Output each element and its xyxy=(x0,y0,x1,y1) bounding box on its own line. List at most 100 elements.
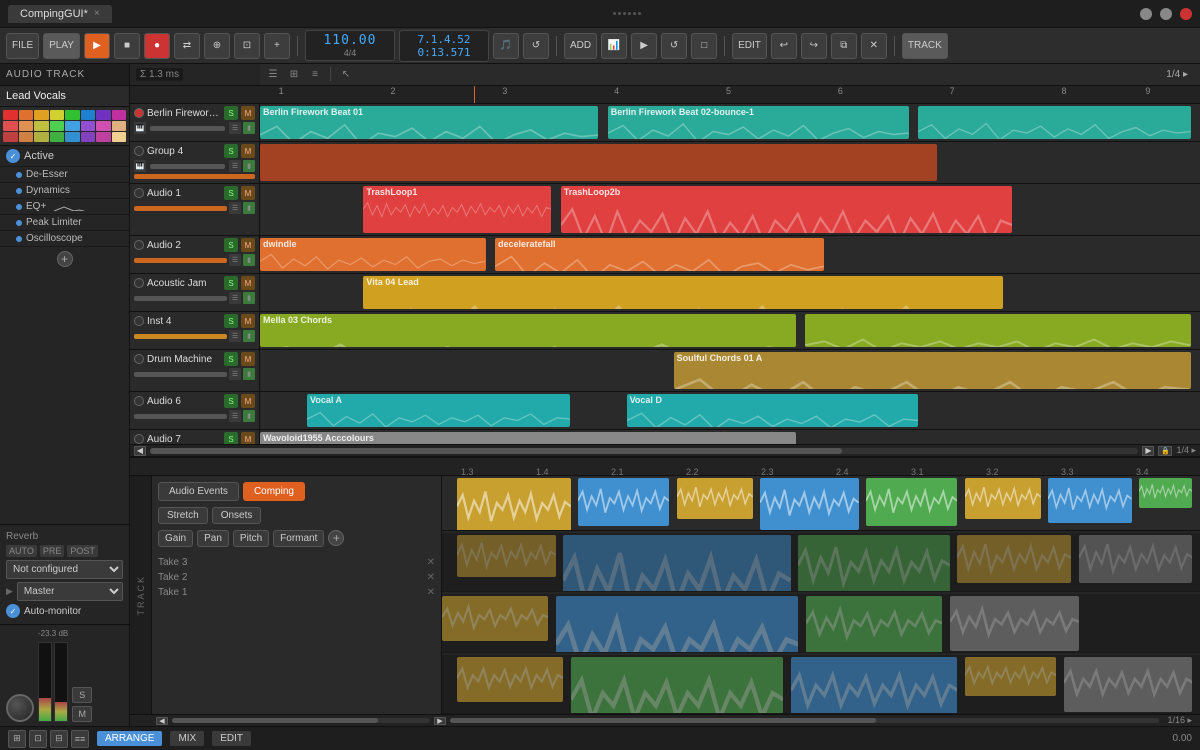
color-cell[interactable] xyxy=(34,121,49,131)
main-tab[interactable]: CompingGUI* × xyxy=(8,5,112,23)
track-clips-berlin[interactable]: Berlin Firework Beat 01 Berlin Firework … xyxy=(260,104,1200,141)
clip-dwindle[interactable]: dwindle xyxy=(260,238,486,271)
color-cell[interactable] xyxy=(65,110,80,120)
clip-wavoloid[interactable]: Wavoloid1955 Acccolours xyxy=(260,432,796,444)
comp-clip-5[interactable] xyxy=(866,478,957,526)
play-button[interactable]: ▶ xyxy=(84,33,110,59)
fx-de-esser[interactable]: De-Esser xyxy=(0,167,129,183)
fader[interactable] xyxy=(134,258,227,263)
track-clips-inst4[interactable]: Mella 03 Chords xyxy=(260,312,1200,349)
file-button[interactable]: FILE xyxy=(6,33,39,59)
comp-clip-8[interactable] xyxy=(1139,478,1192,508)
record-btn[interactable] xyxy=(134,108,144,118)
color-cell[interactable] xyxy=(50,132,65,142)
gain-btn[interactable]: Gain xyxy=(158,530,193,547)
color-cell[interactable] xyxy=(50,110,65,120)
add-param-btn[interactable]: + xyxy=(328,530,344,546)
track-clips-audio2[interactable]: dwindle deceleratefall xyxy=(260,236,1200,273)
color-cell[interactable] xyxy=(3,121,18,131)
status-btn-2[interactable]: ⊡ xyxy=(29,730,47,748)
color-cell[interactable] xyxy=(50,121,65,131)
mute-btn[interactable]: M xyxy=(241,186,255,200)
take2-close[interactable]: ✕ xyxy=(427,572,435,583)
solo-button[interactable]: S xyxy=(72,687,92,703)
volume-knob[interactable] xyxy=(6,694,34,722)
track-clips-audio7[interactable]: Wavoloid1955 Acccolours xyxy=(260,430,1200,444)
record-btn[interactable] xyxy=(134,396,144,406)
track-grid-btn[interactable]: ⊞ xyxy=(285,66,303,82)
take3-clip4[interactable] xyxy=(957,535,1071,583)
clip-mella03[interactable]: Mella 03 Chords xyxy=(260,314,796,347)
comp-clip-6[interactable] xyxy=(965,478,1041,519)
undo-loop-button[interactable]: ↺ xyxy=(523,33,549,59)
mute-btn[interactable]: M xyxy=(241,352,255,366)
comp-clip-7[interactable] xyxy=(1048,478,1131,523)
take2-clip4[interactable] xyxy=(950,596,1079,651)
add-icon-button[interactable]: ⊕ xyxy=(204,33,230,59)
menu-icon[interactable]: ☰ xyxy=(229,122,241,134)
menu-icon[interactable]: ☰ xyxy=(229,410,241,422)
color-cell[interactable] xyxy=(96,110,111,120)
scroll-left-btn[interactable]: ◀ xyxy=(134,446,146,456)
lower-scroll-left-btn[interactable]: ◀ xyxy=(156,717,168,725)
maximize-btn[interactable] xyxy=(1160,8,1172,20)
status-btn-3[interactable]: ⊟ xyxy=(50,730,68,748)
menu-icon[interactable]: ☰ xyxy=(229,202,241,214)
add-button[interactable]: ADD xyxy=(564,33,597,59)
take3-clip5[interactable] xyxy=(1079,535,1193,583)
square-button[interactable]: □ xyxy=(691,33,717,59)
color-cell[interactable] xyxy=(34,132,49,142)
mute-btn[interactable]: M xyxy=(241,276,255,290)
lower-scroll-right-btn[interactable]: ▶ xyxy=(434,717,446,725)
loop-button[interactable]: ⇄ xyxy=(174,33,200,59)
color-cell[interactable] xyxy=(96,132,111,142)
lower-scroll-track-right[interactable] xyxy=(450,718,1159,723)
solo-btn[interactable]: S xyxy=(224,352,238,366)
instrument-icon[interactable]: 🎹 xyxy=(134,122,146,134)
take1-clips[interactable] xyxy=(442,655,1200,713)
fx-dynamics[interactable]: Dynamics xyxy=(0,183,129,199)
record-btn[interactable] xyxy=(134,316,144,326)
track-list-btn[interactable]: ☰ xyxy=(264,66,282,82)
active-checkbox[interactable]: ✓ xyxy=(6,149,20,163)
solo-btn[interactable]: S xyxy=(224,432,238,444)
zoom-upper[interactable]: 1/4 ▸ xyxy=(1166,69,1188,80)
fader[interactable] xyxy=(134,334,227,339)
track-clips-group4[interactable] xyxy=(260,142,1200,183)
reverb-config-select[interactable]: Not configured xyxy=(6,560,123,579)
stretch-btn[interactable]: Stretch xyxy=(158,507,208,524)
color-cell[interactable] xyxy=(19,132,34,142)
color-cell[interactable] xyxy=(3,110,18,120)
hscrollbar[interactable]: ◀ ▶ 🔒 1/4 ▸ xyxy=(130,444,1200,456)
zoom-lower-display[interactable]: 1/16 ▸ xyxy=(1167,715,1192,726)
mute-button[interactable]: M xyxy=(72,706,92,722)
solo-btn[interactable]: S xyxy=(224,144,238,158)
fader[interactable] xyxy=(134,296,227,301)
menu-icon[interactable]: ☰ xyxy=(229,292,241,304)
track-button[interactable]: TRACK xyxy=(902,33,948,59)
status-btn-4[interactable]: ≡≡ xyxy=(71,730,89,748)
color-cell[interactable] xyxy=(34,110,49,120)
status-btn-1[interactable]: ⊞ xyxy=(8,730,26,748)
level-icon[interactable]: ▮ xyxy=(243,254,255,266)
redo-button[interactable]: ↪ xyxy=(801,33,827,59)
take3-close[interactable]: ✕ xyxy=(427,557,435,568)
take2-clip3[interactable] xyxy=(806,596,942,652)
edit-button[interactable]: EDIT xyxy=(732,33,767,59)
formant-btn[interactable]: Formant xyxy=(273,530,324,547)
fader[interactable] xyxy=(150,164,225,169)
clip-trashloop2b[interactable]: TrashLoop2b xyxy=(561,186,1012,233)
stop-button[interactable]: ■ xyxy=(114,33,140,59)
onsets-btn[interactable]: Onsets xyxy=(212,507,262,524)
color-cell[interactable] xyxy=(65,132,80,142)
fx-add-button[interactable]: + xyxy=(57,251,73,267)
level-icon[interactable]: ▮ xyxy=(243,160,255,172)
copy-button[interactable]: ⧉ xyxy=(831,33,857,59)
solo-btn[interactable]: S xyxy=(224,276,238,290)
comp-clip-4[interactable] xyxy=(760,478,859,530)
clip-berlin-1[interactable]: Berlin Firework Beat 01 xyxy=(260,106,598,139)
lock-btn[interactable]: 🔒 xyxy=(1158,446,1172,456)
color-cell[interactable] xyxy=(81,110,96,120)
track-clips-audio1[interactable]: TrashLoop1 TrashLoop2b xyxy=(260,184,1200,235)
auto-monitor-check[interactable]: ✓ xyxy=(6,604,20,618)
